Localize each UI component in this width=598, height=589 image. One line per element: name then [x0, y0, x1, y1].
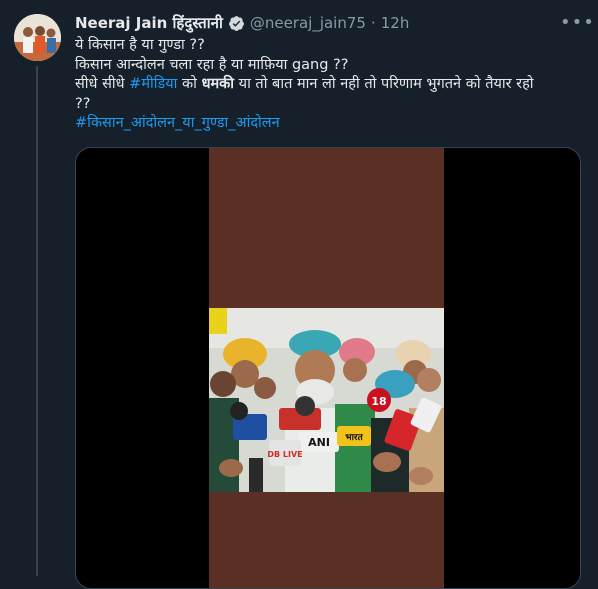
display-name[interactable]: Neeraj Jain हिंदुस्तानी — [75, 13, 223, 33]
media-container[interactable]: ANI DB LIVE 18 भारत — [75, 147, 581, 589]
timestamp[interactable]: 12h — [381, 14, 410, 32]
bold-word: धमकी — [201, 76, 235, 92]
avatar[interactable] — [14, 14, 61, 61]
mic-ani-label: ANI — [308, 436, 330, 449]
text-segment: या तो बात मान लो नही तो परिणाम भुगतने को… — [234, 76, 534, 92]
verified-badge-icon — [228, 15, 245, 32]
tweet-header: Neeraj Jain हिंदुस्तानी @neeraj_jain75 ·… — [75, 12, 409, 34]
text-line-4: ?? — [75, 95, 91, 112]
text-line-3: सीधे सीधे #मीडिया को धमकी या तो बात मान … — [75, 75, 575, 95]
mic-bharat-label: भारत — [345, 433, 363, 443]
text-segment: सीधे सीधे — [75, 76, 130, 92]
handle[interactable]: @neeraj_jain75 — [250, 14, 366, 32]
text-segment: को — [177, 76, 202, 92]
tweet-text: ये किसान है या गुण्डा ?? किसान आन्दोलन च… — [75, 36, 575, 134]
mic-db-label: DB LIVE — [267, 450, 302, 459]
thread-line — [36, 66, 38, 576]
tweet[interactable]: Neeraj Jain हिंदुस्तानी @neeraj_jain75 ·… — [0, 0, 598, 589]
separator: · — [370, 14, 376, 32]
hashtag-kisan-andolan[interactable]: #किसान_आंदोलन_या_गुण्डा_आंदोलन — [75, 114, 575, 134]
mic-18-label: 18 — [371, 395, 386, 408]
text-line-2: किसान आन्दोलन चला रहा है या माफ़िया gang… — [75, 56, 349, 73]
hashtag-media[interactable]: #मीडिया — [129, 76, 177, 92]
video-frame-image: ANI DB LIVE 18 भारत — [209, 308, 444, 492]
more-horizontal-icon[interactable]: ••• — [560, 14, 595, 32]
text-line-1: ये किसान है या गुण्डा ?? — [75, 37, 205, 53]
